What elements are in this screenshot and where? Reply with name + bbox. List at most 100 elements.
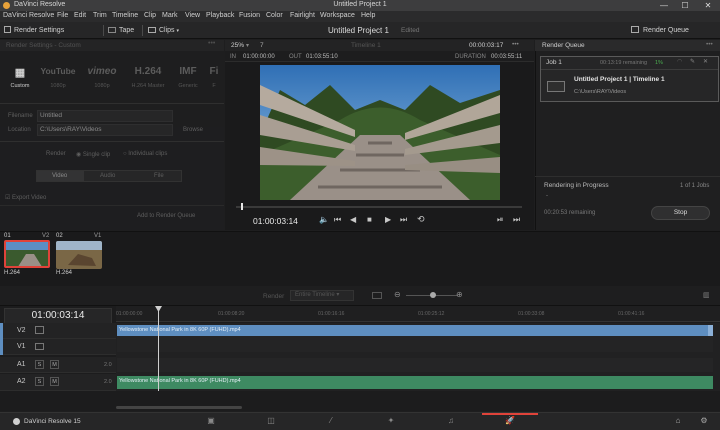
clip-thumbnail[interactable] [56, 241, 102, 269]
home-icon[interactable]: ⌂ [672, 416, 684, 425]
solo-button[interactable]: S [35, 360, 44, 369]
fairlight-page-icon[interactable]: ♫ [445, 416, 457, 425]
format-imf[interactable]: IMF Generic [170, 66, 206, 89]
menu-help[interactable]: Help [361, 12, 375, 19]
zoom-out-icon[interactable]: ⊖ [394, 290, 401, 299]
solo-button[interactable]: S [35, 377, 44, 386]
audio-clip[interactable]: Yellowstone National Park in 8K 60P (FUH… [117, 376, 713, 389]
track-monitor-icon[interactable] [35, 326, 44, 334]
tape-toggle[interactable]: Tape [108, 25, 134, 36]
clip-end-handle[interactable] [708, 325, 713, 336]
cut-page-icon[interactable]: ◫ [265, 416, 277, 425]
zoom-slider-handle[interactable] [430, 292, 436, 298]
zoom-in-icon[interactable]: ⊕ [456, 290, 463, 299]
export-video-checkbox[interactable]: ☑ Export Video [5, 194, 46, 201]
loop-icon[interactable]: ⟲ [417, 214, 425, 225]
menu-timeline[interactable]: Timeline [112, 12, 138, 19]
track-header-a1[interactable]: A1 S M 2.0 [0, 357, 116, 373]
ruler-tick: 01:00:08:20 [218, 311, 245, 317]
chevron-down-icon[interactable]: ▾ [246, 42, 249, 49]
divider [0, 141, 224, 142]
browse-button[interactable]: Browse [183, 127, 203, 133]
jump-to-end-icon[interactable]: ⏭ [400, 215, 407, 225]
menu-mark[interactable]: Mark [162, 12, 178, 19]
menu-workspace[interactable]: Workspace [320, 12, 355, 19]
edit-icon[interactable]: ✎ [690, 58, 695, 65]
deliver-page-icon[interactable]: 🚀 [504, 416, 516, 425]
individual-clips-label: Individual clips [128, 151, 168, 157]
menu-fusion[interactable]: Fusion [239, 12, 260, 19]
timeline-playhead[interactable] [158, 307, 159, 391]
menu-clip[interactable]: Clip [144, 12, 156, 19]
render-settings-icon [4, 26, 11, 33]
single-clip-label: Single clip [82, 152, 111, 158]
individual-clips-radio[interactable]: ○ Individual clips [123, 151, 167, 157]
format-more[interactable]: Fi F [204, 66, 224, 89]
more-options-icon[interactable]: ••• [208, 40, 215, 47]
in-timecode: 01:00:00:00 [243, 54, 275, 60]
mute-button[interactable]: M [50, 377, 59, 386]
menu-fairlight[interactable]: Fairlight [290, 12, 315, 19]
media-page-icon[interactable]: ▣ [205, 416, 217, 425]
render-range-select[interactable]: Entire Timeline ▾ [290, 290, 354, 301]
gear-icon[interactable]: ⚙ [698, 416, 710, 425]
audio-meter-icon[interactable]: ▥ [703, 291, 710, 299]
tab-file[interactable]: File [154, 173, 164, 179]
menu-edit[interactable]: Edit [74, 12, 86, 19]
filename-field[interactable]: Untitled [37, 110, 173, 122]
menu-playback[interactable]: Playback [206, 12, 234, 19]
clip-thumbnail[interactable] [4, 240, 50, 268]
location-field[interactable]: C:\Users\RAY\Videos [37, 124, 173, 136]
tab-audio[interactable]: Audio [100, 173, 115, 179]
close-button[interactable]: ✕ [700, 1, 716, 10]
format-h264[interactable]: H.264 H.264 Master [130, 66, 166, 89]
edit-page-icon[interactable]: ⁄ [325, 416, 337, 425]
viewer-playhead[interactable] [240, 203, 243, 210]
minimize-button[interactable]: — [656, 1, 672, 10]
stop-icon[interactable]: ■ [367, 215, 372, 224]
play-reverse-icon[interactable]: ◀ [350, 215, 356, 224]
menu-davinci-resolve[interactable]: DaVinci Resolve [3, 12, 54, 19]
add-to-render-queue-button[interactable]: Add to Render Queue [137, 213, 195, 219]
timeline-timecode[interactable]: 01:00:03:14 [4, 308, 112, 324]
format-custom[interactable]: ▦ Custom [2, 66, 38, 89]
timeline-name[interactable]: Timeline 1 [351, 42, 381, 49]
fusion-page-icon[interactable]: ✦ [385, 416, 397, 425]
menu-view[interactable]: View [185, 12, 200, 19]
tab-video[interactable]: Video [52, 173, 67, 179]
next-clip-icon[interactable]: ⏯ [497, 215, 503, 225]
video-clip[interactable]: Yellowstone National Park in 8K 60P (FUH… [117, 325, 713, 336]
clips-toggle[interactable]: Clips ▾ [148, 25, 179, 36]
zoom-level[interactable]: 25% [231, 42, 244, 49]
render-queue-title: Render Queue [542, 42, 585, 49]
track-header-a2[interactable]: A2 S M 2.0 [0, 374, 116, 391]
menu-trim[interactable]: Trim [93, 12, 107, 19]
format-vimeo[interactable]: vimeo 1080p [84, 66, 120, 89]
last-frame-icon[interactable]: ⏭ [513, 215, 520, 225]
ruler-tick: 01:00:00:00 [116, 311, 143, 317]
stop-render-button[interactable]: Stop [651, 206, 710, 220]
format-label: H.264 Master [131, 83, 165, 89]
render-queue-toggle[interactable]: Render Queue [631, 25, 689, 36]
timeline-view-icon[interactable] [372, 292, 382, 299]
track-monitor-icon[interactable] [35, 343, 44, 350]
timeline-scrollbar[interactable] [116, 406, 242, 409]
more-options-icon[interactable]: ••• [512, 41, 519, 48]
track-header-v1[interactable]: V1 [0, 339, 116, 355]
more-options-icon[interactable]: ••• [706, 41, 713, 48]
close-icon[interactable]: ✕ [703, 58, 708, 65]
render-job-count: 1 of 1 Jobs [680, 183, 710, 189]
menu-file[interactable]: File [57, 12, 68, 19]
jump-to-start-icon[interactable]: ⏮ [334, 215, 341, 225]
format-youtube[interactable]: YouTube 1080p [40, 66, 76, 89]
track-header-v2[interactable]: V2 [0, 323, 116, 339]
menu-color[interactable]: Color [266, 12, 283, 19]
viewer-scrub-bar[interactable] [236, 206, 522, 208]
maximize-button[interactable]: ☐ [677, 1, 693, 10]
window-title: Untitled Project 1 [333, 1, 387, 8]
speaker-icon[interactable]: 🔈 [319, 215, 329, 224]
render-settings-toggle[interactable]: Render Settings [4, 25, 64, 36]
mute-button[interactable]: M [50, 360, 59, 369]
single-clip-radio[interactable]: ◉ Single clip [76, 151, 110, 158]
play-icon[interactable]: ▶ [385, 215, 391, 224]
